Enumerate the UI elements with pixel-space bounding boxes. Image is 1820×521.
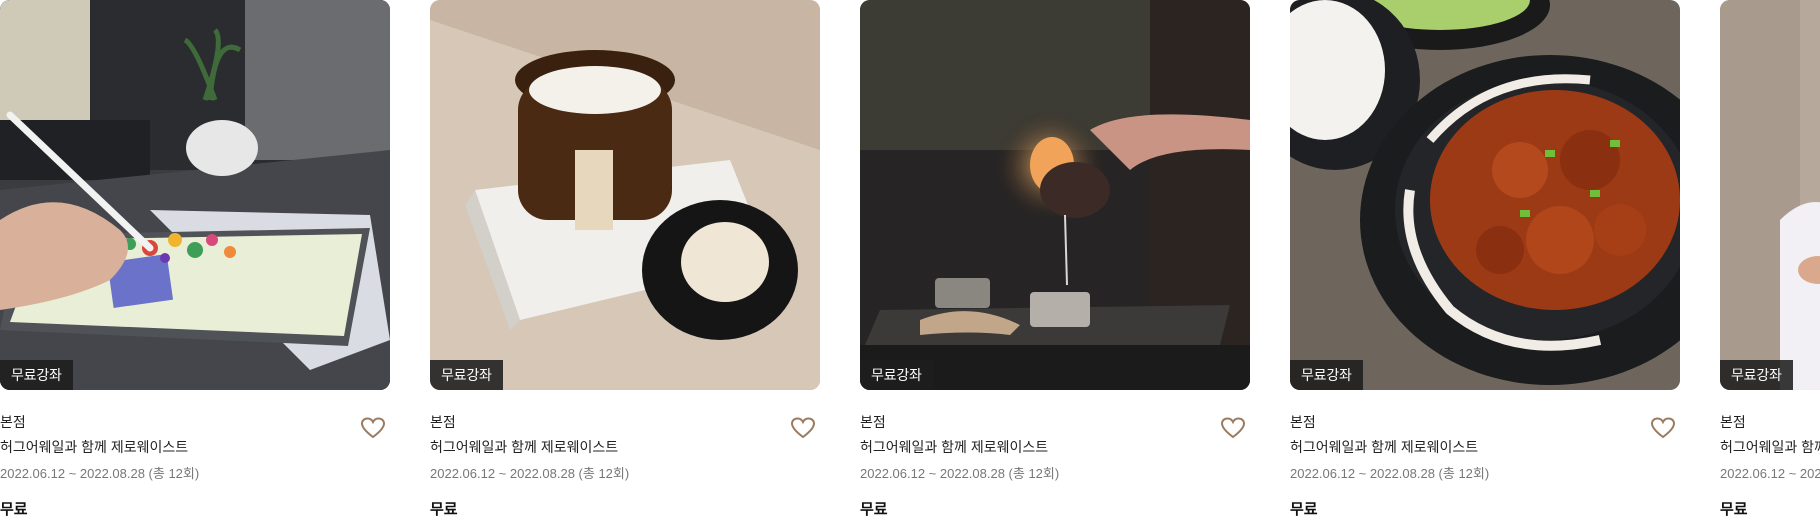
course-title[interactable]: 허그어웨일과 함께 제로웨이스트 [430,438,618,456]
course-card[interactable]: 무료강좌 본점 허그어웨일과 함께 제로웨이스트 2022.06.12 ~ 20… [860,0,1250,521]
person-portrait-photo [1720,0,1820,390]
course-period: 2022.06.12 ~ 2022.08.28 (총 12회) [430,466,630,481]
course-carousel: 무료강좌 본점 허그어웨일과 함께 제로웨이스트 2022.06.12 ~ 20… [0,0,1820,521]
course-title[interactable]: 허그어웨일과 함께 제로웨이스트 [1290,438,1478,456]
course-period: 2022.06.12 ~ 2022.08.28 (총 12회) [860,466,1060,481]
course-branch: 본점 [1720,414,1746,430]
course-branch: 본점 [860,414,886,430]
course-branch: 본점 [1290,414,1316,430]
free-course-badge: 무료강좌 [0,360,73,390]
like-button[interactable] [790,416,816,440]
course-card[interactable]: 무료강좌 본점 허그어웨일과 함께 제로웨이스트 2022.06.12 ~ 20… [0,0,390,521]
heart-icon [790,417,816,439]
course-price: 무료 [430,501,458,518]
course-price: 무료 [860,501,888,518]
course-card[interactable]: 무료강좌 본점 허그어웨일과 함께 제로웨이스트 2022.06.12 ~ 20… [430,0,820,521]
heart-icon [1650,417,1676,439]
course-branch: 본점 [0,414,26,430]
course-thumbnail[interactable]: 무료강좌 [430,0,820,390]
course-card[interactable]: 무료강좌 본점 허그어웨일과 함께 제로웨이스트 2022.06.12 ~ 20… [1720,0,1820,521]
heart-icon [360,417,386,439]
like-button[interactable] [1650,416,1676,440]
course-thumbnail[interactable]: 무료강좌 [1720,0,1820,390]
course-price: 무료 [1720,501,1748,518]
spicy-pork-dish-photo [1290,0,1680,390]
free-course-badge: 무료강좌 [1720,360,1793,390]
course-branch: 본점 [430,414,456,430]
like-button[interactable] [360,416,386,440]
like-button[interactable] [1220,416,1246,440]
course-price: 무료 [0,501,28,518]
course-period: 2022.06.12 ~ 2022.08.28 (총 12회) [0,466,200,481]
free-course-badge: 무료강좌 [430,360,503,390]
course-price: 무료 [1290,501,1318,518]
course-period: 2022.06.12 ~ 2022.08.28 (총 12회) [1720,466,1820,481]
course-thumbnail[interactable]: 무료강좌 [1290,0,1680,390]
heart-icon [1220,417,1246,439]
candle-jar-photo [430,0,820,390]
course-title[interactable]: 허그어웨일과 함께 제로웨이스트 [860,438,1048,456]
course-thumbnail[interactable]: 무료강좌 [860,0,1250,390]
course-title[interactable]: 허그어웨일과 함께 제로웨이스트 [1720,438,1820,456]
course-title[interactable]: 허그어웨일과 함께 제로웨이스트 [0,438,188,456]
free-course-badge: 무료강좌 [860,360,933,390]
tea-pouring-photo [860,0,1250,390]
course-card[interactable]: 무료강좌 본점 허그어웨일과 함께 제로웨이스트 2022.06.12 ~ 20… [1290,0,1680,521]
course-thumbnail[interactable]: 무료강좌 [0,0,390,390]
free-course-badge: 무료강좌 [1290,360,1363,390]
course-period: 2022.06.12 ~ 2022.08.28 (총 12회) [1290,466,1490,481]
tablet-drawing-photo [0,0,390,390]
